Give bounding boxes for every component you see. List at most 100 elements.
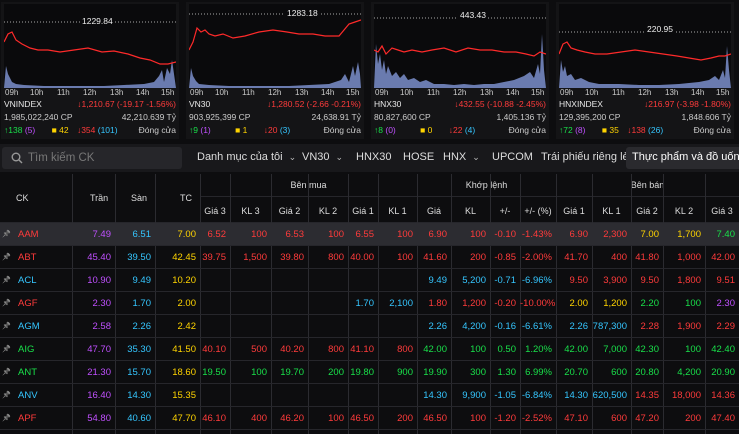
col-subheader: Giá 1 [352,206,374,216]
quote-cell: 6.52 [207,229,227,240]
quote-cell: 19.80 [350,367,374,378]
table-row[interactable]: 📌 AAM 7.49 6.51 7.00 6.52 100 6.53 100 6.55 100 6.9… [0,223,739,246]
quote-cell: -6.84% [521,390,552,401]
search-box[interactable]: Tìm kiếm CK [2,147,182,169]
ceiling-price: 16.40 [87,390,111,401]
index-chart: 443.43 [374,4,546,88]
index-panel-vnindex[interactable]: 1229.84 09h 10h 11h 12h 13h 14h 15h VNINDEX ↓1,… [1,2,179,139]
table-row[interactable]: 📌 ANT 21.30 15.70 18.60 19.50 100 19.70 200 19.80… [0,361,739,384]
index-name: HNXINDEX [559,99,603,109]
quote-cell: 46.10 [202,413,226,424]
max-label: 220.95 [645,24,675,34]
table-row[interactable]: 📌 ABT 45.40 39.50 42.45 39.75 1,500 39.80 800 40.… [0,246,739,269]
quote-cell: 620,500 [592,390,627,401]
quote-cell: 41.10 [350,344,374,355]
index-panel-vn30[interactable]: 1283.18 09h 10h 11h 12h 13h 14h 15h VN30 ↓1,280… [186,2,364,139]
quote-cell: 42.40 [711,344,735,355]
search-input[interactable]: Tìm kiếm CK [28,152,94,164]
tab-watchlist[interactable]: Danh mục của tôi ⌄ [197,151,296,163]
quote-cell: 2.30 [716,298,736,309]
quote-cell: 800 [328,252,344,263]
quote-cell: 14.30 [564,390,588,401]
table-row[interactable]: 📌 ACL 10.90 9.49 10.20 9.49 5,200 -0.71 -6.96% 9.… [0,269,739,292]
col-subheader: KL 2 [318,206,338,216]
table-row[interactable]: 📌 ANV 16.40 14.30 15.35 14.30 9,900 -1.05 -6.84%… [0,384,739,407]
quote-cell: 19.70 [280,367,304,378]
quote-cell: 18,000 [671,390,701,401]
tab-private-bonds[interactable]: Trái phiếu riêng lẻ [541,151,629,163]
stock-symbol[interactable]: ANT [0,361,72,384]
tab-hnx30[interactable]: HNX30 [356,151,391,163]
ceiling-price: 21.30 [87,367,111,378]
quote-cell: 42.30 [635,344,659,355]
quote-cell: 9,900 [462,390,486,401]
quote-cell: 1.30 [497,367,517,378]
quote-cell: 3,900 [603,275,627,286]
stock-symbol[interactable]: AAM [0,223,72,246]
table-row[interactable]: 📌 APF 54.80 40.60 47.70 46.10 400 46.20 100 46.50… [0,407,739,430]
quote-cell: 41.80 [635,252,659,263]
chevron-down-icon: ⌄ [288,152,297,162]
quote-cell [348,315,378,338]
quote-cell: -1.43% [521,229,552,240]
ceil-count: (8) [575,125,586,135]
col-subheader: Giá 3 [711,206,733,216]
tab-hose[interactable]: HOSE [403,151,434,163]
quote-cell: 2.20 [640,298,660,309]
floor-price: 9.49 [132,275,152,286]
down-count: ↓20 [263,125,278,135]
quote-cell: -0.85 [494,252,516,263]
quote-cell [378,384,417,407]
quote-cell: 14.36 [711,390,735,401]
quote-cell: 800 [328,344,344,355]
quote-cell [271,269,308,292]
quote-cell: 1,200 [462,298,486,309]
stock-symbol[interactable]: ANV [0,384,72,407]
quote-cell: 46.50 [423,413,447,424]
stock-symbol[interactable]: AIG [0,338,72,361]
down-count: ↓138 [627,125,646,135]
stock-symbol[interactable]: ACL [0,269,72,292]
index-chart: 1229.84 [4,4,176,88]
table-row[interactable]: 📌 AGM 2.58 2.26 2.42 2.26 4,200 -0.16 -6.61% 2.26… [0,315,739,338]
stock-symbol[interactable]: AGM [0,315,72,338]
col-subheader: Giá 2 [636,206,658,216]
table-row[interactable]: 📌 AIG 47.70 35.30 41.50 40.10 500 40.20 800 41.10… [0,338,739,361]
stock-symbol[interactable]: AGF [0,292,72,315]
quote-cell: 2.00 [569,298,589,309]
down-count: ↓22 [448,125,463,135]
floor-price: 39.50 [127,252,151,263]
floor-count: (101) [97,125,118,135]
quote-cell: -10.00% [520,298,556,309]
quote-cell: 47.10 [564,413,588,424]
tab-vn30[interactable]: VN30 ⌄ [302,151,343,163]
tab-upcom[interactable]: UPCOM [492,151,533,163]
quote-cell: 400 [251,413,267,424]
quote-cell [348,269,378,292]
index-value: 24,638.91 Tỷ [311,112,361,122]
max-label: 1229.84 [80,16,115,26]
up-count: ↑9 [189,125,198,135]
quote-cell: 46.20 [280,413,304,424]
quote-cell [378,315,417,338]
quote-cell: 7.00 [640,229,660,240]
tab-food-beverage[interactable]: Thực phẩm và đồ uống [626,147,739,169]
quote-cell [200,292,230,315]
time-axis: 09h 10h 11h 12h 13h 14h 15h [5,88,175,97]
tab-hnx[interactable]: HNX ⌄ [443,151,480,163]
index-panel-hnxindex[interactable]: 220.95 09h 10h 11h 12h 13h 14h 15h HNXINDEX ↓21… [556,2,734,139]
ceil-count: (1) [200,125,211,135]
stock-symbol[interactable]: ABT [0,246,72,269]
quote-cell: -0.16 [494,321,516,332]
quote-cell: 1.20% [525,344,552,355]
table-row[interactable]: 📌 AGF 2.30 1.70 2.00 1.70 2,100 1.80 1,200 -0.20-… [0,292,739,315]
quote-cell: 200 [470,252,486,263]
quote-cell [230,315,271,338]
stock-symbol[interactable]: APF [0,407,72,430]
quote-cell: 6.90 [428,229,448,240]
col-header-ck: CK [16,193,29,203]
index-panel-hnx30[interactable]: 443.43 09h 10h 11h 12h 13h 14h 15h HNX30 ↓432.5… [371,2,549,139]
quote-cell [200,384,230,407]
index-change: ↓432.55 (-10.88 -2.45%) [454,99,546,109]
quote-cell: 6.53 [285,229,305,240]
